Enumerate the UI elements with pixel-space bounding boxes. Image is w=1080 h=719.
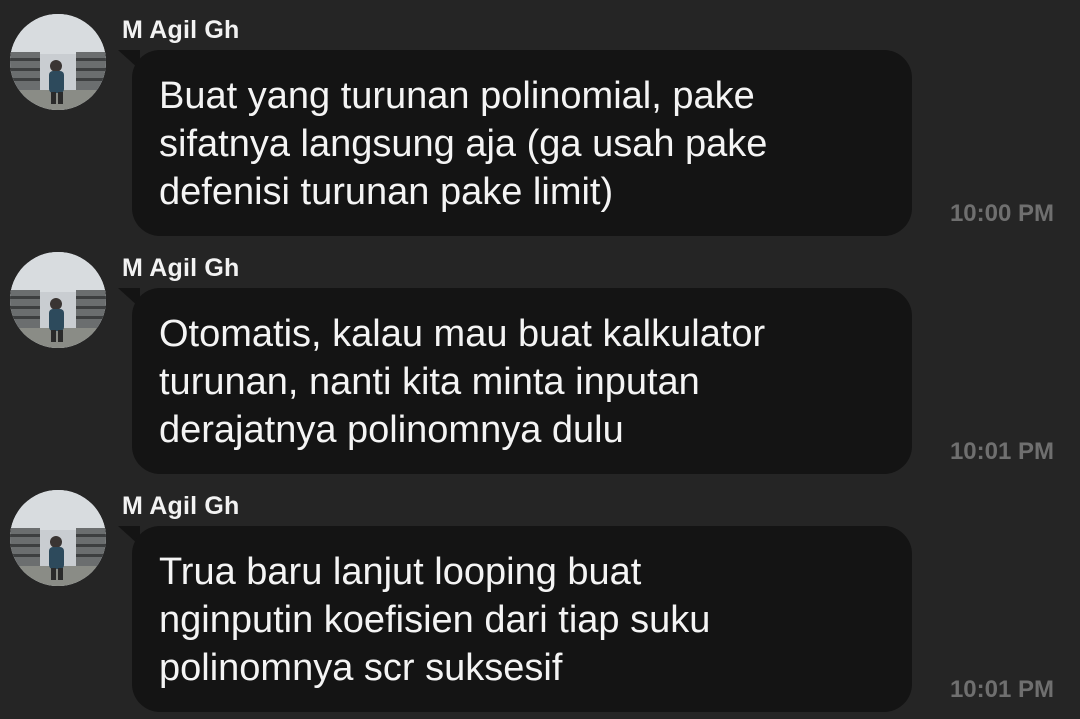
message-item: M Agil Gh Otomatis, kalau mau buat kalku… (0, 238, 1080, 476)
avatar[interactable] (10, 490, 106, 586)
profile-photo-icon (10, 14, 106, 110)
message-item: M Agil Gh Trua baru lanjut looping buat … (0, 476, 1080, 714)
message-text: Buat yang turunan polinomial, pake sifat… (159, 75, 768, 213)
avatar[interactable] (10, 252, 106, 348)
avatar[interactable] (10, 14, 106, 110)
message-timestamp: 10:01 PM (949, 438, 1054, 465)
message-timestamp: 10:00 PM (949, 200, 1054, 227)
profile-photo-icon (10, 252, 106, 348)
sender-name: M Agil Gh (122, 254, 240, 282)
sender-name: M Agil Gh (122, 492, 240, 520)
message-timestamp: 10:01 PM (949, 676, 1054, 703)
message-bubble[interactable]: Buat yang turunan polinomial, pake sifat… (132, 50, 912, 236)
message-item: M Agil Gh Buat yang turunan polinomial, … (0, 0, 1080, 238)
message-text: Otomatis, kalau mau buat kalkulator turu… (159, 313, 766, 451)
message-bubble[interactable]: Otomatis, kalau mau buat kalkulator turu… (132, 288, 912, 474)
chat-view: M Agil Gh Buat yang turunan polinomial, … (0, 0, 1080, 719)
message-bubble[interactable]: Trua baru lanjut looping buat nginputin … (132, 526, 912, 712)
message-text: Trua baru lanjut looping buat nginputin … (159, 551, 711, 689)
sender-name: M Agil Gh (122, 16, 240, 44)
profile-photo-icon (10, 490, 106, 586)
